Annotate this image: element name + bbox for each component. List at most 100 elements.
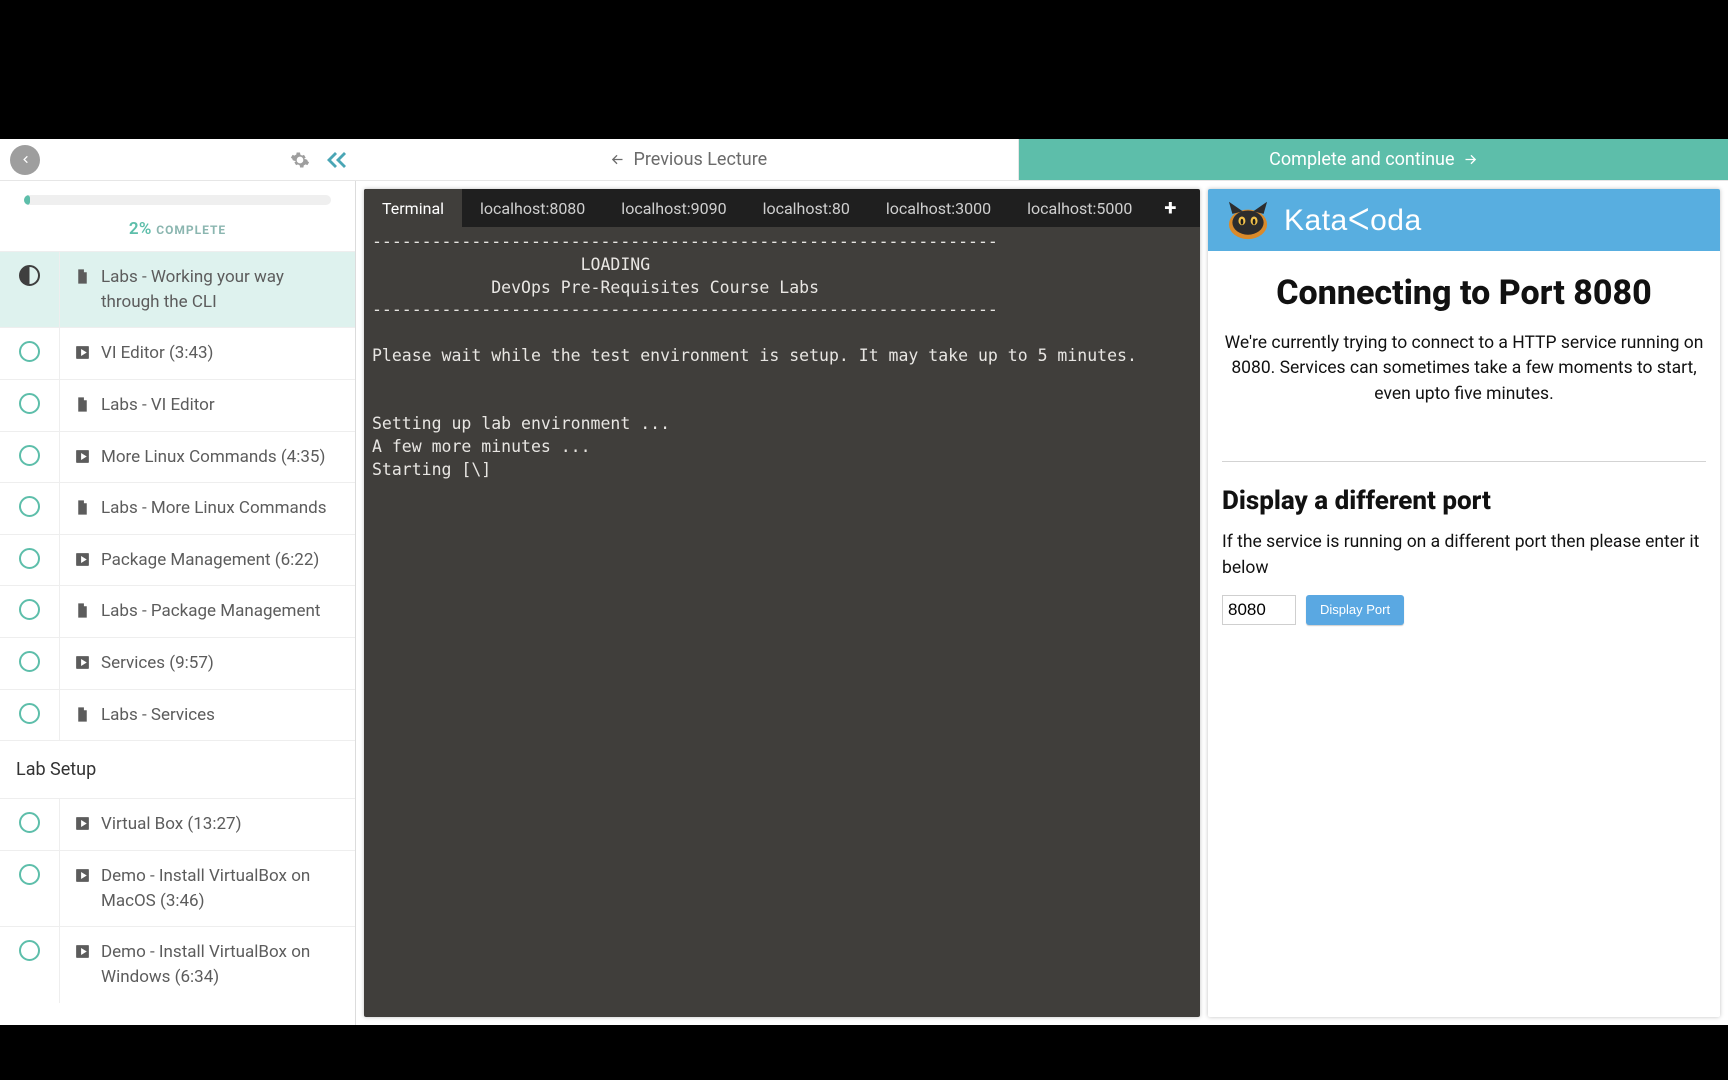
sidebar-item-label: Labs - VI Editor xyxy=(101,393,215,418)
terminal-tab[interactable]: localhost:5000 xyxy=(1009,189,1150,227)
terminal-tab[interactable]: localhost:80 xyxy=(745,189,868,227)
status-col xyxy=(0,638,60,689)
sidebar[interactable]: 2% COMPLETE Labs - Working your way thro… xyxy=(0,181,356,1025)
document-icon xyxy=(74,396,91,413)
main: Terminallocalhost:8080localhost:9090loca… xyxy=(356,181,1728,1025)
status-col xyxy=(0,380,60,431)
sidebar-item[interactable]: Labs - Working your way through the CLI xyxy=(0,251,355,327)
status-half-icon xyxy=(19,265,40,286)
progress-track xyxy=(24,195,331,205)
port-input[interactable] xyxy=(1222,595,1296,625)
section-header: Lab Setup xyxy=(0,740,355,798)
status-col xyxy=(0,851,60,926)
document-icon xyxy=(74,602,91,619)
terminal-tab[interactable]: localhost:3000 xyxy=(868,189,1009,227)
display-port-button[interactable]: Display Port xyxy=(1306,595,1404,625)
sidebar-item[interactable]: Labs - Package Management xyxy=(0,585,355,637)
divider xyxy=(1222,461,1706,462)
status-col xyxy=(0,432,60,483)
arrow-left-icon xyxy=(610,152,625,167)
sidebar-item-label: VI Editor (3:43) xyxy=(101,341,213,366)
sidebar-item[interactable]: Demo - Install VirtualBox on Windows (6:… xyxy=(0,926,355,1002)
sidebar-item-label: Labs - Package Management xyxy=(101,599,320,624)
gear-icon xyxy=(290,150,310,170)
sidebar-item-body: Services (9:57) xyxy=(60,638,355,689)
sidebar-item-body: Labs - Services xyxy=(60,690,355,741)
sidebar-item[interactable]: Package Management (6:22) xyxy=(0,534,355,586)
katacoda-header: Kataᐸoda xyxy=(1208,189,1720,251)
sidebar-item[interactable]: Labs - More Linux Commands xyxy=(0,482,355,534)
progress-word: COMPLETE xyxy=(156,223,226,237)
chevron-left-icon xyxy=(20,154,31,165)
play-icon xyxy=(74,943,91,960)
status-col xyxy=(0,799,60,850)
progress-percent: 2% xyxy=(129,219,152,239)
sidebar-item-label: Package Management (6:22) xyxy=(101,548,319,573)
sidebar-item-body: Demo - Install VirtualBox on MacOS (3:46… xyxy=(60,851,355,926)
sidebar-item-body: More Linux Commands (4:35) xyxy=(60,432,355,483)
sidebar-item-label: More Linux Commands (4:35) xyxy=(101,445,325,470)
sidebar-item[interactable]: Labs - Services xyxy=(0,689,355,741)
plus-icon: + xyxy=(1164,196,1176,221)
collapse-sidebar-button[interactable] xyxy=(322,146,350,174)
right-subheading: Display a different port xyxy=(1222,486,1706,516)
sidebar-item-body: Labs - More Linux Commands xyxy=(60,483,355,534)
sidebar-item-label: Services (9:57) xyxy=(101,651,214,676)
sidebar-item-body: VI Editor (3:43) xyxy=(60,328,355,379)
status-col xyxy=(0,535,60,586)
document-icon xyxy=(74,499,91,516)
complete-continue-label: Complete and continue xyxy=(1269,149,1454,170)
lecture-list-2: Virtual Box (13:27) Demo - Install Virtua… xyxy=(0,798,355,1002)
progress-block: 2% COMPLETE xyxy=(0,181,355,251)
status-empty-icon xyxy=(19,393,40,414)
play-icon xyxy=(74,654,91,671)
document-icon xyxy=(74,706,91,723)
terminal-tab[interactable]: localhost:8080 xyxy=(462,189,603,227)
sidebar-item[interactable]: Labs - VI Editor xyxy=(0,379,355,431)
play-icon xyxy=(74,448,91,465)
katacoda-logo-icon xyxy=(1222,198,1274,242)
terminal-tab[interactable]: localhost:9090 xyxy=(603,189,744,227)
terminal-output[interactable]: ----------------------------------------… xyxy=(364,227,1200,1017)
sidebar-item[interactable]: Demo - Install VirtualBox on MacOS (3:46… xyxy=(0,850,355,926)
topbar: Previous Lecture Complete and continue xyxy=(0,139,1728,181)
status-col xyxy=(0,252,60,327)
topbar-left xyxy=(0,139,360,180)
progress-fill xyxy=(24,195,30,205)
add-tab-button[interactable]: + xyxy=(1150,189,1190,227)
terminal-tab[interactable]: Terminal xyxy=(364,189,462,227)
back-button[interactable] xyxy=(10,145,40,175)
play-icon xyxy=(74,815,91,832)
lecture-list: Labs - Working your way through the CLI V… xyxy=(0,251,355,740)
right-lead-text: We're currently trying to connect to a H… xyxy=(1222,331,1706,407)
sidebar-item-body: Virtual Box (13:27) xyxy=(60,799,355,850)
sidebar-item[interactable]: VI Editor (3:43) xyxy=(0,327,355,379)
status-empty-icon xyxy=(19,341,40,362)
play-icon xyxy=(74,344,91,361)
sidebar-item-label: Labs - More Linux Commands xyxy=(101,496,327,521)
sidebar-item[interactable]: More Linux Commands (4:35) xyxy=(0,431,355,483)
sidebar-item-body: Labs - Working your way through the CLI xyxy=(60,252,355,327)
status-empty-icon xyxy=(19,812,40,833)
sidebar-item[interactable]: Virtual Box (13:27) xyxy=(0,798,355,850)
complete-continue-button[interactable]: Complete and continue xyxy=(1019,139,1728,180)
sidebar-item-label: Demo - Install VirtualBox on Windows (6:… xyxy=(101,940,339,989)
arrow-right-icon xyxy=(1463,152,1478,167)
settings-button[interactable] xyxy=(286,146,314,174)
status-empty-icon xyxy=(19,940,40,961)
status-col xyxy=(0,586,60,637)
right-panel: Kataᐸoda Connecting to Port 8080 We're c… xyxy=(1208,189,1720,1017)
terminal-column: Terminallocalhost:8080localhost:9090loca… xyxy=(364,189,1200,1017)
status-col xyxy=(0,690,60,741)
play-icon xyxy=(74,867,91,884)
status-empty-icon xyxy=(19,864,40,885)
port-row: Display Port xyxy=(1222,595,1706,625)
status-col xyxy=(0,927,60,1002)
status-empty-icon xyxy=(19,703,40,724)
sidebar-item[interactable]: Services (9:57) xyxy=(0,637,355,689)
play-icon xyxy=(74,551,91,568)
previous-lecture-button[interactable]: Previous Lecture xyxy=(360,139,1019,180)
sidebar-item-label: Demo - Install VirtualBox on MacOS (3:46… xyxy=(101,864,339,913)
double-chevron-left-icon xyxy=(324,148,348,172)
right-sub-text: If the service is running on a different… xyxy=(1222,530,1706,581)
